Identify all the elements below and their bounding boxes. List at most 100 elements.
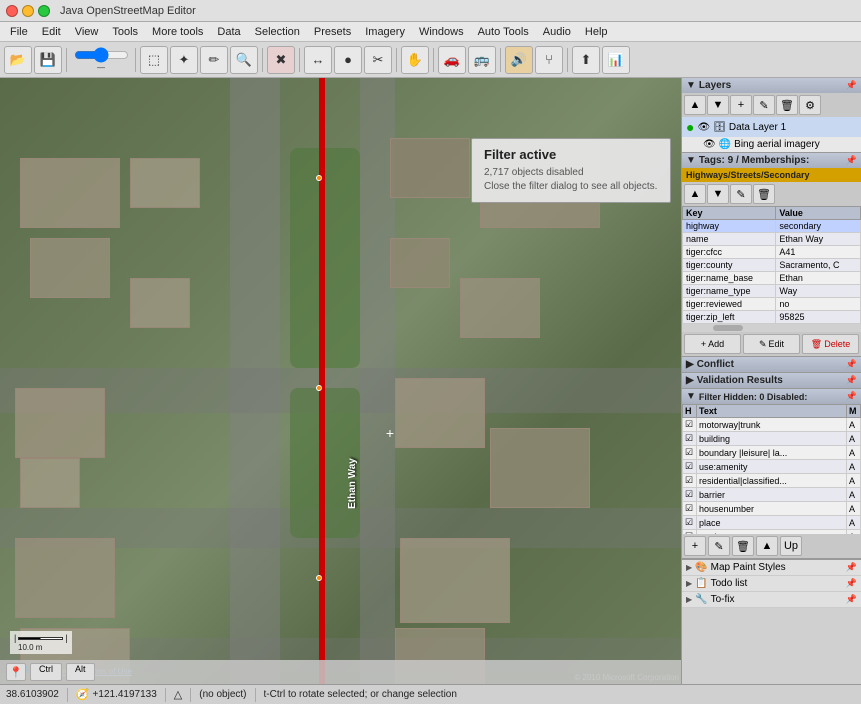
chart-tool[interactable]: 📊	[602, 46, 630, 74]
layer-down-button[interactable]: ▼	[707, 95, 729, 115]
open-button[interactable]: 📂	[4, 46, 32, 74]
tag-row[interactable]: tiger:name_typeWay	[683, 285, 861, 298]
save-button[interactable]: 💾	[34, 46, 62, 74]
tag-row[interactable]: highwaysecondary	[683, 220, 861, 233]
toolbar: 📂 💾 — ⬚ ✦ ✏ 🔍 ✖ ↔ ● ✂ ✋ 🚗 🚌 🔊 ⑂ ⬆ 📊	[0, 42, 861, 78]
menu-data[interactable]: Data	[211, 25, 246, 39]
filter-row[interactable]: ☑residential|classified...A	[683, 474, 861, 488]
window-controls[interactable]	[6, 5, 50, 17]
tag-row[interactable]: nameEthan Way	[683, 233, 861, 246]
filter-up-button[interactable]: ▲	[756, 536, 778, 556]
ctrl-button[interactable]: Ctrl	[30, 663, 62, 681]
layer-add-button[interactable]: +	[730, 95, 752, 115]
zoom-slider[interactable]	[74, 47, 129, 63]
filter-row[interactable]: ☑placeA	[683, 516, 861, 530]
tag-row[interactable]: tiger:reviewedno	[683, 298, 861, 311]
layer-item-bing[interactable]: 👁 🌐 Bing aerial imagery	[682, 137, 861, 152]
audio-tool[interactable]: 🔊	[505, 46, 533, 74]
minimize-button[interactable]	[22, 5, 34, 17]
tag-row[interactable]: tiger:countySacramento, C	[683, 259, 861, 272]
car-tool[interactable]: 🚗	[438, 46, 466, 74]
map-paint-styles-item[interactable]: ▶ 🎨 Map Paint Styles 📌	[682, 560, 861, 576]
to-fix-item[interactable]: ▶ 🔧 To-fix 📌	[682, 592, 861, 608]
layer-delete-button[interactable]: 🗑	[776, 95, 798, 115]
zoom-in[interactable]: 🔍	[230, 46, 258, 74]
upload-tool[interactable]: ⬆	[572, 46, 600, 74]
tag-row[interactable]: tiger:cfccA41	[683, 246, 861, 259]
filter-row[interactable]: ☑use:amenityA	[683, 460, 861, 474]
menu-more-tools[interactable]: More tools	[146, 25, 209, 39]
map-pin-icon[interactable]: 📍	[6, 663, 26, 681]
layer-up-button[interactable]: ▲	[684, 95, 706, 115]
menu-help[interactable]: Help	[579, 25, 614, 39]
edit-tag-button[interactable]: ✎ Edit	[743, 334, 800, 354]
filter-add-button[interactable]: +	[684, 536, 706, 556]
draw-node-tool[interactable]: ✦	[170, 46, 198, 74]
alt-button[interactable]: Alt	[66, 663, 95, 681]
tags-down-button[interactable]: ▼	[707, 184, 729, 204]
validation-header[interactable]: ▶ Validation Results 📌	[682, 373, 861, 388]
menu-selection[interactable]: Selection	[249, 25, 306, 39]
toolbar-separator-5	[396, 48, 397, 72]
layers-collapse-icon: ▼	[686, 80, 696, 91]
menu-tools[interactable]: Tools	[106, 25, 144, 39]
filter-edit-button[interactable]: ✎	[708, 536, 730, 556]
filter-row[interactable]: ☑boundary |leisure| la...A	[683, 446, 861, 460]
filter-delete-button[interactable]: 🗑	[732, 536, 754, 556]
layers-header[interactable]: ▼ Layers 📌	[682, 78, 861, 93]
maximize-button[interactable]	[38, 5, 50, 17]
layer-edit-button[interactable]: ✎	[753, 95, 775, 115]
menu-audio[interactable]: Audio	[537, 25, 577, 39]
filter-row[interactable]: ☑housenumberA	[683, 502, 861, 516]
tag-row[interactable]: tiger:zip_left95825	[683, 311, 861, 324]
tags-edit-icon[interactable]: ✎	[730, 184, 752, 204]
filter-row[interactable]: ☑barrierA	[683, 488, 861, 502]
draw-way-tool[interactable]: ✏	[200, 46, 228, 74]
filter-row-h: ☑	[683, 516, 697, 530]
split-tool[interactable]: ✂	[364, 46, 392, 74]
menu-windows[interactable]: Windows	[413, 25, 470, 39]
menu-file[interactable]: File	[4, 25, 34, 39]
filter-header[interactable]: ▼ Filter Hidden: 0 Disabled: 📌	[682, 389, 861, 404]
delete-tag-button[interactable]: 🗑 Delete	[802, 334, 859, 354]
hand-tool[interactable]: ✋	[401, 46, 429, 74]
node-dot-2[interactable]	[316, 175, 322, 181]
node-dot-1[interactable]	[316, 385, 322, 391]
tags-history-button[interactable]: 🗑	[753, 184, 775, 204]
menu-imagery[interactable]: Imagery	[359, 25, 411, 39]
filter-row-m: A	[847, 432, 861, 446]
layer-item-data[interactable]: ● 👁 🗄 Data Layer 1	[682, 117, 861, 137]
fork-tool[interactable]: ⑂	[535, 46, 563, 74]
tags-title: Tags: 9 / Memberships:	[699, 155, 809, 166]
filter-row[interactable]: ☑buildingA	[683, 432, 861, 446]
bus-tool[interactable]: 🚌	[468, 46, 496, 74]
node-dot-3[interactable]	[316, 575, 322, 581]
filter-row-m: A	[847, 488, 861, 502]
zoom-control[interactable]: —	[71, 47, 131, 72]
menu-edit[interactable]: Edit	[36, 25, 67, 39]
conflict-header[interactable]: ▶ Conflict 📌	[682, 357, 861, 372]
add-tag-button[interactable]: + Add	[684, 334, 741, 354]
filter-up2-button[interactable]: Up	[780, 536, 802, 556]
filter-m-header: M	[847, 405, 861, 418]
close-button[interactable]	[6, 5, 18, 17]
tags-header[interactable]: ▼ Tags: 9 / Memberships: 📌	[682, 153, 861, 168]
filter-table-container[interactable]: H Text M ☑motorway|trunkA☑buildingA☑boun…	[682, 404, 861, 534]
menu-presets[interactable]: Presets	[308, 25, 357, 39]
filter-row[interactable]: ☑motorway|trunkA	[683, 418, 861, 432]
delete-tool[interactable]: ✖	[267, 46, 295, 74]
way-tool[interactable]: ↔	[304, 46, 332, 74]
tag-row[interactable]: tiger:name_baseEthan	[683, 272, 861, 285]
menu-view[interactable]: View	[69, 25, 105, 39]
tags-up-button[interactable]: ▲	[684, 184, 706, 204]
layer-merge-button[interactable]: ⚙	[799, 95, 821, 115]
tags-scrollbar-thumb[interactable]	[713, 325, 743, 331]
map-area[interactable]: Ethan Way + Filter active 2,717 objects …	[0, 78, 681, 684]
node-tool[interactable]: ●	[334, 46, 362, 74]
layer-bing-icon: 🌐	[719, 139, 731, 150]
todo-list-item[interactable]: ▶ 📋 Todo list 📌	[682, 576, 861, 592]
select-tool[interactable]: ⬚	[140, 46, 168, 74]
menu-auto-tools[interactable]: Auto Tools	[472, 25, 535, 39]
tags-scrollbar[interactable]	[682, 324, 861, 332]
cursor-crosshair: +	[386, 425, 394, 441]
